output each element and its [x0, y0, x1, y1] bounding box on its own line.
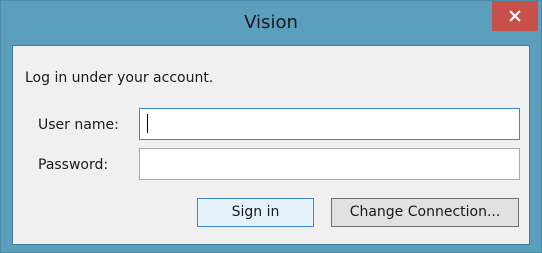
username-input[interactable] — [139, 108, 520, 140]
username-label: User name: — [38, 117, 119, 133]
close-button[interactable] — [492, 1, 538, 31]
change-connection-button[interactable]: Change Connection... — [331, 198, 519, 227]
text-caret — [147, 114, 148, 133]
sign-in-button[interactable]: Sign in — [197, 198, 314, 227]
password-input[interactable] — [139, 148, 520, 180]
title-bar[interactable]: Vision — [1, 1, 541, 45]
login-instruction: Log in under your account. — [25, 70, 214, 86]
password-label: Password: — [38, 157, 109, 173]
window-title: Vision — [244, 12, 298, 33]
close-x-icon — [509, 10, 521, 22]
